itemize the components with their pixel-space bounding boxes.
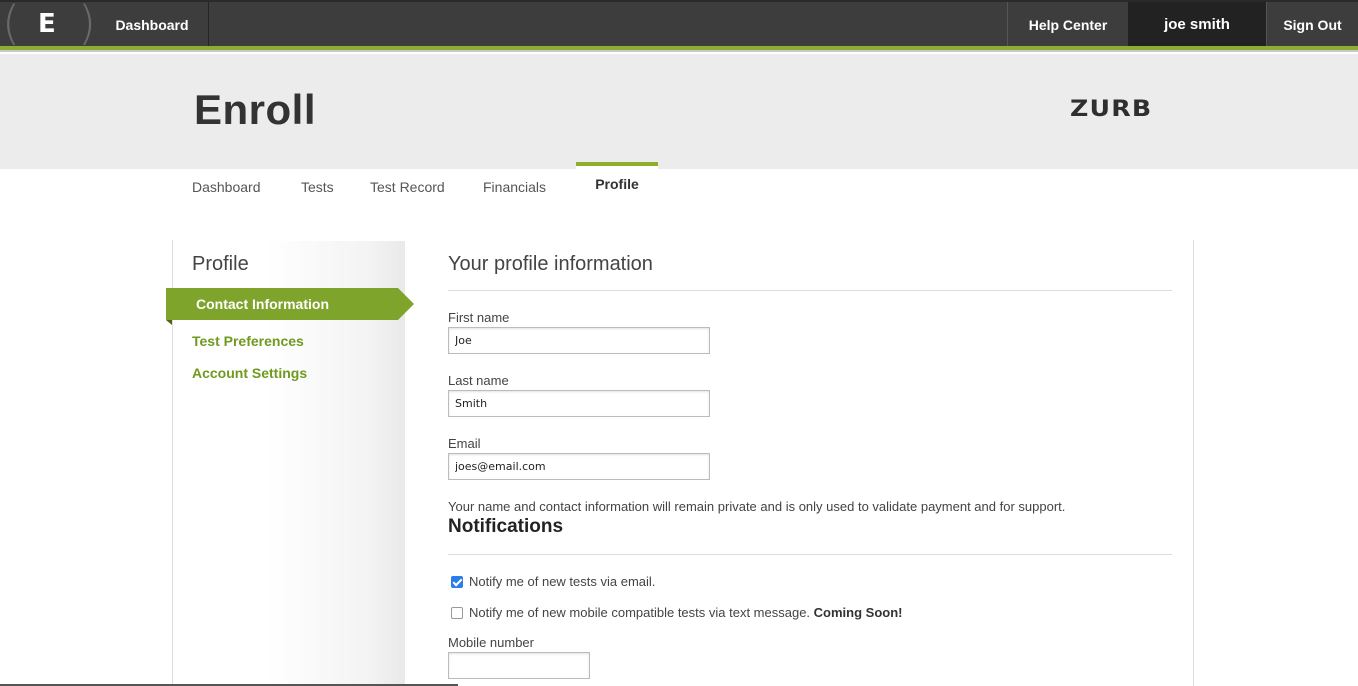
notify-text-label: Notify me of new mobile compatible tests… <box>469 605 811 620</box>
tab-tests[interactable]: Tests <box>301 179 334 195</box>
topnav-user-menu[interactable]: joe smith <box>1128 2 1266 48</box>
topnav-dashboard-link[interactable]: Dashboard <box>96 2 209 48</box>
logo-paren-left: ( <box>2 0 20 50</box>
logo-letter: E <box>38 9 56 39</box>
last-name-field[interactable] <box>448 390 710 417</box>
first-name-field[interactable] <box>448 327 710 354</box>
privacy-note: Your name and contact information will r… <box>448 499 1066 514</box>
page-header: Enroll ZURB <box>0 54 1358 169</box>
topnav-sign-out-link[interactable]: Sign Out <box>1266 2 1358 48</box>
notify-email-label: Notify me of new tests via email. <box>469 574 656 589</box>
topnav-help-center-link[interactable]: Help Center <box>1007 2 1128 48</box>
notify-text-checkbox[interactable] <box>451 607 463 619</box>
first-name-label: First name <box>448 310 510 325</box>
brand-logo: ZURB <box>1070 97 1153 122</box>
mobile-number-label: Mobile number <box>448 635 534 650</box>
coming-soon-badge: Coming Soon! <box>813 605 903 620</box>
tab-test-record[interactable]: Test Record <box>370 179 445 195</box>
sidebar-title: Profile <box>192 253 249 275</box>
top-navbar: ( E ) Dashboard Help Center joe smith Si… <box>0 0 1358 50</box>
notify-email-checkbox[interactable] <box>451 576 463 588</box>
email-field[interactable] <box>448 453 710 480</box>
page-title: Enroll <box>194 86 317 133</box>
notify-text-option: Notify me of new mobile compatible tests… <box>451 605 903 620</box>
last-name-label: Last name <box>448 373 509 388</box>
notifications-title: Notifications <box>448 516 564 537</box>
logo-paren-right: ) <box>78 0 96 50</box>
tab-financials[interactable]: Financials <box>483 179 546 195</box>
tab-dashboard[interactable]: Dashboard <box>192 179 261 195</box>
divider <box>448 554 1172 555</box>
notify-email-option: Notify me of new tests via email. <box>451 574 655 589</box>
sidebar-item-test-preferences[interactable]: Test Preferences <box>192 333 304 349</box>
mobile-number-field[interactable] <box>448 652 590 679</box>
accent-stripe <box>0 46 1358 52</box>
tab-profile[interactable]: Profile <box>576 162 658 204</box>
sidebar-item-contact-information[interactable]: Contact Information <box>166 288 414 325</box>
email-label: Email <box>448 436 481 451</box>
sidebar-item-account-settings[interactable]: Account Settings <box>192 365 307 381</box>
divider <box>448 290 1172 291</box>
profile-section-title: Your profile information <box>448 253 653 275</box>
app-logo[interactable]: ( E ) <box>0 0 96 50</box>
